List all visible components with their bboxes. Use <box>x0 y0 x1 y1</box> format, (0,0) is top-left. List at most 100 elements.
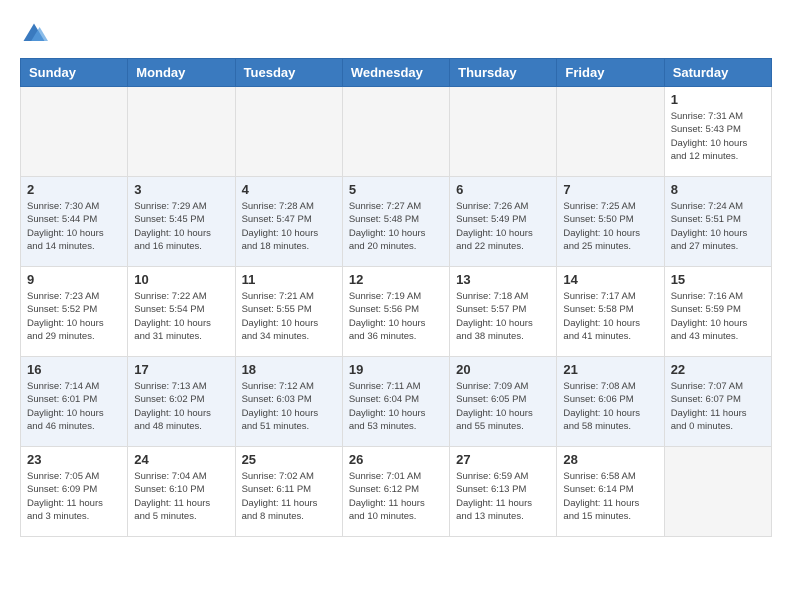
day-info: Sunrise: 7:26 AM Sunset: 5:49 PM Dayligh… <box>456 200 550 253</box>
day-cell: 5 Sunrise: 7:27 AM Sunset: 5:48 PM Daylig… <box>342 177 449 267</box>
day-info: Sunrise: 7:05 AM Sunset: 6:09 PM Dayligh… <box>27 470 121 523</box>
week-row-3: 9 Sunrise: 7:23 AM Sunset: 5:52 PM Daylig… <box>21 267 772 357</box>
day-info: Sunrise: 7:04 AM Sunset: 6:10 PM Dayligh… <box>134 470 228 523</box>
day-info: Sunrise: 7:22 AM Sunset: 5:54 PM Dayligh… <box>134 290 228 343</box>
day-cell <box>342 87 449 177</box>
day-number: 20 <box>456 362 550 377</box>
day-number: 1 <box>671 92 765 107</box>
day-number: 11 <box>242 272 336 287</box>
week-row-5: 23 Sunrise: 7:05 AM Sunset: 6:09 PM Dayli… <box>21 447 772 537</box>
day-number: 3 <box>134 182 228 197</box>
day-info: Sunrise: 7:24 AM Sunset: 5:51 PM Dayligh… <box>671 200 765 253</box>
day-cell: 20Sunrise: 7:09 AM Sunset: 6:05 PM Dayli… <box>450 357 557 447</box>
day-number: 13 <box>456 272 550 287</box>
col-header-wednesday: Wednesday <box>342 59 449 87</box>
day-info: Sunrise: 7:11 AM Sunset: 6:04 PM Dayligh… <box>349 380 443 433</box>
day-cell: 23 Sunrise: 7:05 AM Sunset: 6:09 PM Dayli… <box>21 447 128 537</box>
day-info: Sunrise: 7:18 AM Sunset: 5:57 PM Dayligh… <box>456 290 550 343</box>
day-cell: 17 Sunrise: 7:13 AM Sunset: 6:02 PM Dayli… <box>128 357 235 447</box>
day-cell: 26 Sunrise: 7:01 AM Sunset: 6:12 PM Dayli… <box>342 447 449 537</box>
day-cell: 25 Sunrise: 7:02 AM Sunset: 6:11 PM Dayli… <box>235 447 342 537</box>
day-info: Sunrise: 7:21 AM Sunset: 5:55 PM Dayligh… <box>242 290 336 343</box>
day-number: 17 <box>134 362 228 377</box>
day-info: Sunrise: 6:59 AM Sunset: 6:13 PM Dayligh… <box>456 470 550 523</box>
day-number: 10 <box>134 272 228 287</box>
day-info: Sunrise: 6:58 AM Sunset: 6:14 PM Dayligh… <box>563 470 657 523</box>
day-cell: 2 Sunrise: 7:30 AM Sunset: 5:44 PM Daylig… <box>21 177 128 267</box>
day-cell: 22 Sunrise: 7:07 AM Sunset: 6:07 PM Dayli… <box>664 357 771 447</box>
day-info: Sunrise: 7:31 AM Sunset: 5:43 PM Dayligh… <box>671 110 765 163</box>
day-cell: 10 Sunrise: 7:22 AM Sunset: 5:54 PM Dayli… <box>128 267 235 357</box>
col-header-sunday: Sunday <box>21 59 128 87</box>
logo-icon <box>20 20 48 48</box>
col-header-monday: Monday <box>128 59 235 87</box>
day-info: Sunrise: 7:13 AM Sunset: 6:02 PM Dayligh… <box>134 380 228 433</box>
day-number: 27 <box>456 452 550 467</box>
week-row-4: 16Sunrise: 7:14 AM Sunset: 6:01 PM Dayli… <box>21 357 772 447</box>
day-number: 16 <box>27 362 121 377</box>
day-number: 21 <box>563 362 657 377</box>
day-number: 7 <box>563 182 657 197</box>
day-cell: 12 Sunrise: 7:19 AM Sunset: 5:56 PM Dayli… <box>342 267 449 357</box>
day-number: 22 <box>671 362 765 377</box>
day-cell: 7 Sunrise: 7:25 AM Sunset: 5:50 PM Daylig… <box>557 177 664 267</box>
day-cell: 15Sunrise: 7:16 AM Sunset: 5:59 PM Dayli… <box>664 267 771 357</box>
day-info: Sunrise: 7:29 AM Sunset: 5:45 PM Dayligh… <box>134 200 228 253</box>
day-info: Sunrise: 7:19 AM Sunset: 5:56 PM Dayligh… <box>349 290 443 343</box>
day-info: Sunrise: 7:28 AM Sunset: 5:47 PM Dayligh… <box>242 200 336 253</box>
day-cell <box>557 87 664 177</box>
day-number: 19 <box>349 362 443 377</box>
header <box>20 20 772 48</box>
day-number: 26 <box>349 452 443 467</box>
day-cell: 3 Sunrise: 7:29 AM Sunset: 5:45 PM Daylig… <box>128 177 235 267</box>
col-header-saturday: Saturday <box>664 59 771 87</box>
day-cell <box>450 87 557 177</box>
header-row: SundayMondayTuesdayWednesdayThursdayFrid… <box>21 59 772 87</box>
day-info: Sunrise: 7:30 AM Sunset: 5:44 PM Dayligh… <box>27 200 121 253</box>
day-cell: 21 Sunrise: 7:08 AM Sunset: 6:06 PM Dayli… <box>557 357 664 447</box>
day-number: 12 <box>349 272 443 287</box>
day-info: Sunrise: 7:08 AM Sunset: 6:06 PM Dayligh… <box>563 380 657 433</box>
day-info: Sunrise: 7:17 AM Sunset: 5:58 PM Dayligh… <box>563 290 657 343</box>
day-number: 23 <box>27 452 121 467</box>
col-header-thursday: Thursday <box>450 59 557 87</box>
day-cell <box>21 87 128 177</box>
week-row-2: 2 Sunrise: 7:30 AM Sunset: 5:44 PM Daylig… <box>21 177 772 267</box>
col-header-friday: Friday <box>557 59 664 87</box>
day-cell <box>664 447 771 537</box>
day-cell: 28Sunrise: 6:58 AM Sunset: 6:14 PM Dayli… <box>557 447 664 537</box>
col-header-tuesday: Tuesday <box>235 59 342 87</box>
logo <box>20 20 52 48</box>
calendar-table: SundayMondayTuesdayWednesdayThursdayFrid… <box>20 58 772 537</box>
day-info: Sunrise: 7:23 AM Sunset: 5:52 PM Dayligh… <box>27 290 121 343</box>
day-number: 4 <box>242 182 336 197</box>
day-info: Sunrise: 7:01 AM Sunset: 6:12 PM Dayligh… <box>349 470 443 523</box>
day-info: Sunrise: 7:02 AM Sunset: 6:11 PM Dayligh… <box>242 470 336 523</box>
day-cell: 4 Sunrise: 7:28 AM Sunset: 5:47 PM Daylig… <box>235 177 342 267</box>
week-row-1: 1 Sunrise: 7:31 AM Sunset: 5:43 PM Daylig… <box>21 87 772 177</box>
day-number: 24 <box>134 452 228 467</box>
day-info: Sunrise: 7:27 AM Sunset: 5:48 PM Dayligh… <box>349 200 443 253</box>
day-cell: 14Sunrise: 7:17 AM Sunset: 5:58 PM Dayli… <box>557 267 664 357</box>
day-cell: 19 Sunrise: 7:11 AM Sunset: 6:04 PM Dayli… <box>342 357 449 447</box>
day-number: 9 <box>27 272 121 287</box>
day-cell <box>235 87 342 177</box>
day-number: 2 <box>27 182 121 197</box>
day-number: 25 <box>242 452 336 467</box>
day-cell <box>128 87 235 177</box>
day-cell: 27 Sunrise: 6:59 AM Sunset: 6:13 PM Dayli… <box>450 447 557 537</box>
day-cell: 24 Sunrise: 7:04 AM Sunset: 6:10 PM Dayli… <box>128 447 235 537</box>
day-number: 8 <box>671 182 765 197</box>
day-cell: 1 Sunrise: 7:31 AM Sunset: 5:43 PM Daylig… <box>664 87 771 177</box>
day-info: Sunrise: 7:16 AM Sunset: 5:59 PM Dayligh… <box>671 290 765 343</box>
day-cell: 8 Sunrise: 7:24 AM Sunset: 5:51 PM Daylig… <box>664 177 771 267</box>
day-cell: 6Sunrise: 7:26 AM Sunset: 5:49 PM Daylig… <box>450 177 557 267</box>
day-cell: 9 Sunrise: 7:23 AM Sunset: 5:52 PM Daylig… <box>21 267 128 357</box>
day-cell: 11 Sunrise: 7:21 AM Sunset: 5:55 PM Dayli… <box>235 267 342 357</box>
day-cell: 13 Sunrise: 7:18 AM Sunset: 5:57 PM Dayli… <box>450 267 557 357</box>
day-info: Sunrise: 7:07 AM Sunset: 6:07 PM Dayligh… <box>671 380 765 433</box>
day-info: Sunrise: 7:25 AM Sunset: 5:50 PM Dayligh… <box>563 200 657 253</box>
day-info: Sunrise: 7:12 AM Sunset: 6:03 PM Dayligh… <box>242 380 336 433</box>
day-number: 18 <box>242 362 336 377</box>
day-number: 5 <box>349 182 443 197</box>
